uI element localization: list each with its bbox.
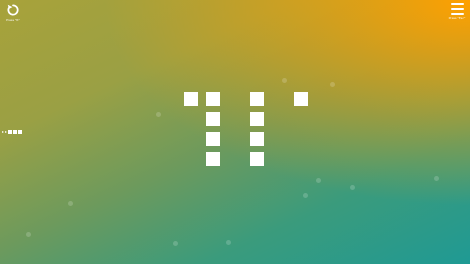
puzzle-tile[interactable] <box>206 112 220 126</box>
background-particle <box>350 185 355 190</box>
background-particle <box>173 241 178 246</box>
double-chevron-icon <box>5 130 7 133</box>
puzzle-tile[interactable] <box>250 92 264 106</box>
progress-segment <box>18 129 22 134</box>
restart-button[interactable]: Press "R" <box>3 3 23 22</box>
progress-segment <box>8 129 12 134</box>
background-particle <box>282 78 287 83</box>
progress-segment <box>13 129 17 134</box>
game-board: Press "R" Press "Esc" <box>0 0 470 264</box>
puzzle-tile[interactable] <box>206 132 220 146</box>
background-particle <box>316 178 321 183</box>
puzzle-tile[interactable] <box>250 132 264 146</box>
restart-hint: Press "R" <box>6 18 20 22</box>
background-particle <box>68 201 73 206</box>
background-particle <box>226 240 231 245</box>
menu-icon <box>450 3 464 15</box>
restart-icon <box>7 4 19 16</box>
background-particle <box>434 176 439 181</box>
puzzle-tile[interactable] <box>294 92 308 106</box>
background-particle <box>303 193 308 198</box>
puzzle-tile[interactable] <box>206 152 220 166</box>
menu-button[interactable]: Press "Esc" <box>447 3 467 20</box>
background-particle <box>330 82 335 87</box>
puzzle-tile[interactable] <box>184 92 198 106</box>
double-chevron-icon <box>2 130 4 133</box>
background-particle <box>26 232 31 237</box>
puzzle-tile[interactable] <box>250 152 264 166</box>
menu-hint: Press "Esc" <box>448 16 466 20</box>
background-particle <box>156 112 161 117</box>
puzzle-tile[interactable] <box>206 92 220 106</box>
puzzle-tile[interactable] <box>250 112 264 126</box>
level-progress <box>2 129 23 134</box>
